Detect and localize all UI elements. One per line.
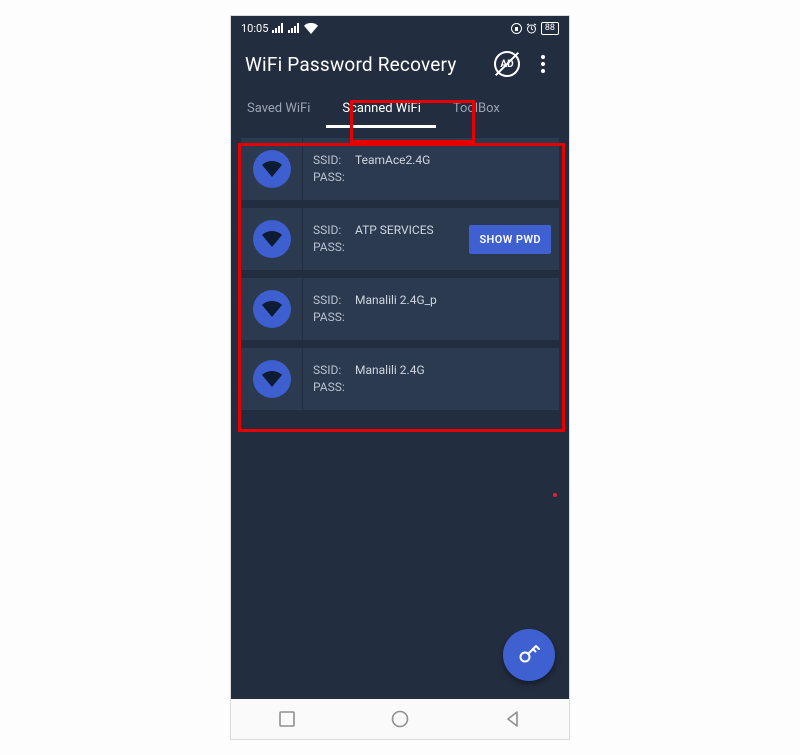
lock-status-icon [511, 23, 522, 34]
status-bar: 10:05 88 [231, 16, 569, 40]
ssid-label: SSID: [313, 222, 349, 239]
square-icon [279, 711, 295, 727]
circle-icon [391, 710, 409, 728]
pass-label: PASS: [313, 379, 349, 396]
pass-label: PASS: [313, 239, 349, 256]
ssid-value: ATP SERVICES [355, 222, 434, 239]
wifi-icon [253, 360, 291, 398]
wifi-icon-cell [241, 348, 303, 410]
app-title: WiFi Password Recovery [245, 53, 489, 76]
ssid-value: TeamAce2.4G [355, 152, 430, 169]
app-bar: WiFi Password Recovery AD [231, 40, 569, 88]
network-list: SSID:TeamAce2.4GPASS:SSID:ATP SERVICESPA… [231, 128, 569, 410]
network-info: SSID: Manalili 2.4G_p PASS: [303, 278, 559, 340]
ssid-label: SSID: [313, 292, 349, 309]
ssid-label: SSID: [313, 152, 349, 169]
nav-recent-button[interactable] [279, 711, 295, 727]
fab-key-button[interactable] [503, 629, 555, 681]
network-card[interactable]: SSID: TeamAce2.4G PASS: [241, 138, 559, 200]
nav-back-button[interactable] [505, 711, 521, 727]
network-info: SSID: TeamAce2.4G PASS: [303, 138, 559, 200]
pass-label: PASS: [313, 169, 349, 186]
tab-toolbox[interactable]: ToolBox [437, 88, 516, 128]
phone-frame: 10:05 88 WiFi Password Recovery AD Saved… [230, 15, 570, 740]
nav-home-button[interactable] [391, 710, 409, 728]
network-card[interactable]: SSID: ATP SERVICES PASS: SHOW PWD [241, 208, 559, 270]
pass-label: PASS: [313, 309, 349, 326]
ssid-value: Manalili 2.4G_p [355, 292, 437, 309]
show-password-button[interactable]: SHOW PWD [469, 225, 551, 254]
ad-icon: AD [500, 59, 513, 70]
alarm-status-icon [526, 23, 537, 34]
network-card[interactable]: SSID: Manalili 2.4G PASS: [241, 348, 559, 410]
network-info: SSID: Manalili 2.4G PASS: [303, 348, 559, 410]
overflow-menu-button[interactable] [525, 46, 561, 82]
network-card[interactable]: SSID: Manalili 2.4G_p PASS: [241, 278, 559, 340]
ssid-value: Manalili 2.4G [355, 362, 425, 379]
remove-ads-button[interactable]: AD [489, 46, 525, 82]
tab-scanned-wifi[interactable]: Scanned WiFi [326, 88, 436, 128]
wifi-icon-cell [241, 138, 303, 200]
wifi-icon-cell [241, 208, 303, 270]
status-time: 10:05 [241, 22, 268, 35]
tab-saved-wifi[interactable]: Saved WiFi [231, 88, 326, 128]
system-nav-bar [231, 699, 569, 739]
tab-bar: Saved WiFiScanned WiFiToolBox [231, 88, 569, 128]
ssid-label: SSID: [313, 362, 349, 379]
wifi-icon [253, 290, 291, 328]
signal-icon [288, 23, 300, 33]
battery-indicator: 88 [541, 22, 559, 35]
triangle-back-icon [505, 711, 521, 727]
network-info: SSID: ATP SERVICES PASS: [303, 208, 469, 270]
key-icon [517, 643, 541, 667]
wifi-icon [253, 150, 291, 188]
record-dot [553, 493, 557, 497]
wifi-icon [253, 220, 291, 258]
more-vert-icon [541, 55, 545, 73]
wifi-status-icon [304, 23, 318, 34]
wifi-icon-cell [241, 278, 303, 340]
signal-icon [272, 23, 284, 33]
